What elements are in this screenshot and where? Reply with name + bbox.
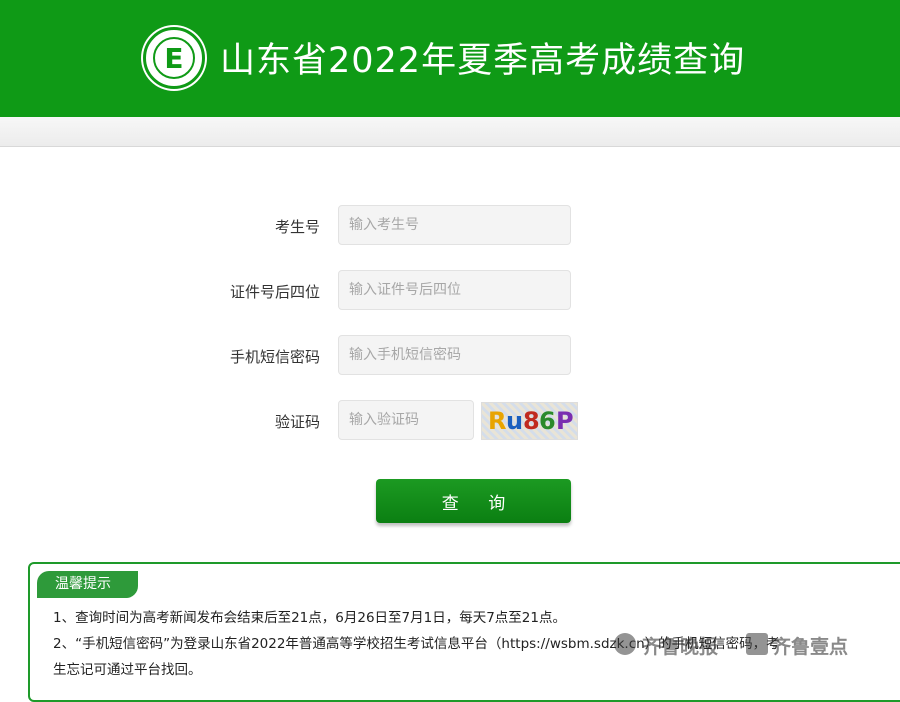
captcha-char: R [488,407,507,435]
row-id-last4: 证件号后四位 [0,270,900,312]
row-sms-password: 手机短信密码 [0,335,900,377]
watermark-logo-icon [614,633,636,655]
verification-code-label: 验证码 [274,413,320,431]
query-button[interactable]: 查 询 [376,479,571,523]
header-divider-bar [0,117,900,147]
watermark-text: 齐鲁壹点 [772,636,849,658]
sms-password-input[interactable] [338,335,571,375]
captcha-char: 8 [523,407,540,435]
logo-letter: E [153,37,195,79]
verification-code-input[interactable] [338,400,474,440]
tips-title: 温馨提示 [37,571,138,598]
page-title: 山东省2022年夏季高考成绩查询 [220,41,746,81]
row-verification-code: 验证码 R u 8 6 P [0,400,900,442]
watermark-text: 齐鲁晚报 [642,636,719,658]
tip-line: 生忘记可通过平台找回。 [53,662,202,678]
captcha-char: 6 [539,407,556,435]
id-last4-label: 证件号后四位 [229,283,320,301]
page-header: E 山东省2022年夏季高考成绩查询 [0,0,900,117]
exam-authority-logo-icon: E [143,27,205,89]
watermark-app-icon [746,633,768,655]
captcha-char: P [556,407,574,435]
tip-line: 1、查询时间为高考新闻发布会结束后至21点，6月26日至7月1日，每天7点至21… [53,610,566,626]
exam-number-label: 考生号 [274,218,320,236]
captcha-image[interactable]: R u 8 6 P [481,402,578,440]
id-last4-input[interactable] [338,270,571,310]
captcha-char: u [506,407,524,435]
watermark: 齐鲁晚报 齐鲁壹点 [614,630,884,658]
row-exam-number: 考生号 [0,205,900,247]
sms-password-label: 手机短信密码 [229,348,320,366]
exam-number-input[interactable] [338,205,571,245]
